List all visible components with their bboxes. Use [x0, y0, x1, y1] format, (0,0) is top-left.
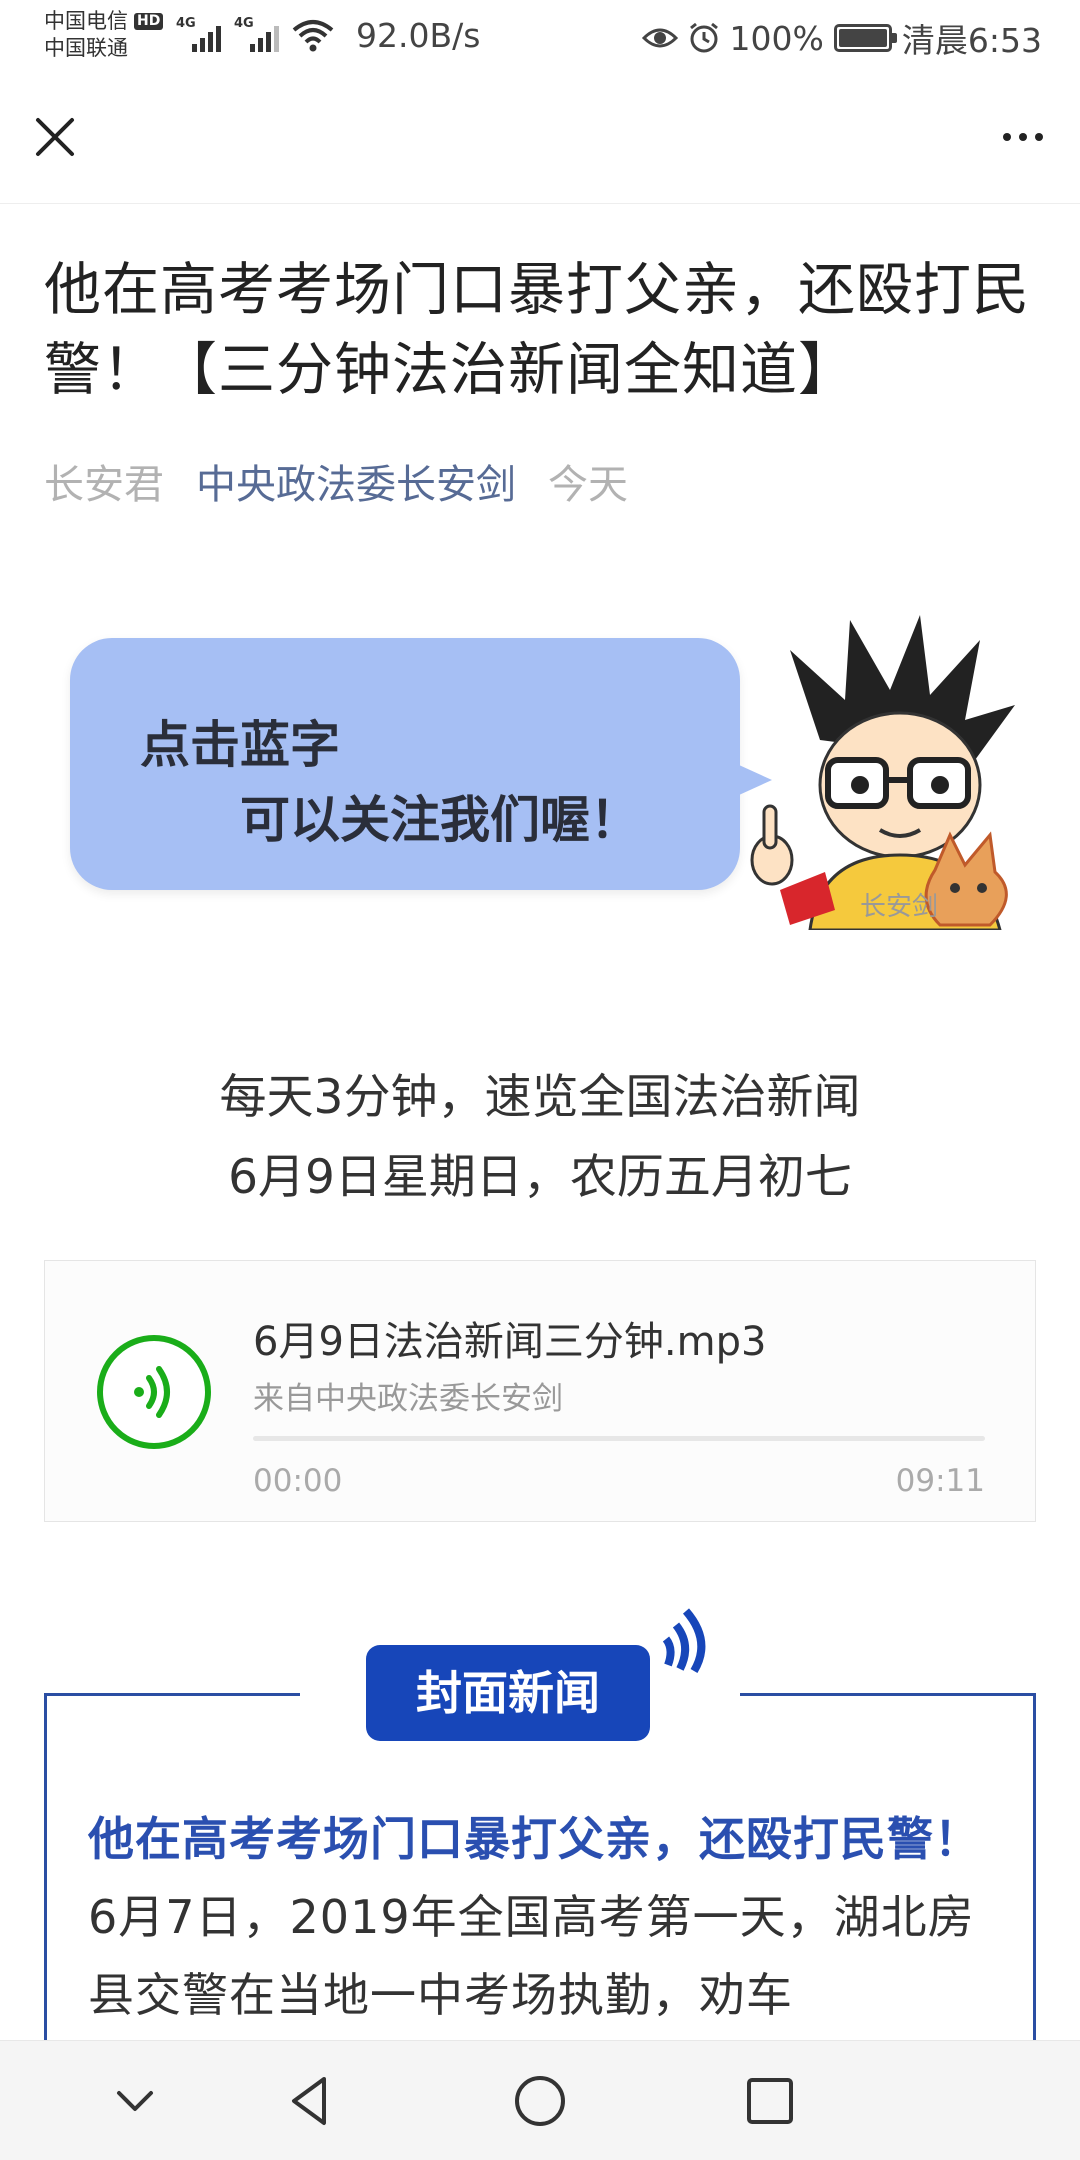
article-date: 今天 — [548, 462, 628, 508]
battery-icon — [833, 24, 897, 52]
article-meta: 长安君 中央政法委长安剑 今天 — [44, 452, 1036, 510]
follow-banner[interactable]: 点击蓝字 可以关注我们喔！ 长安剑 — [60, 610, 1040, 930]
article-title: 他在高考考场门口暴打父亲，还殴打民警！【三分钟法治新闻全知道】 — [44, 257, 1030, 403]
signal-icon: 4G — [234, 16, 284, 52]
clock: 清晨6:53 — [901, 21, 1042, 60]
audio-progress-bar[interactable] — [253, 1436, 985, 1441]
battery-percent: 100% — [729, 18, 824, 58]
hd-badge: HD — [134, 13, 164, 30]
mascot-illustration: 长安剑 — [750, 615, 1015, 930]
intro-text: 每天3分钟，速览全国法治新闻 6月9日星期日，农历五月初七 — [0, 1058, 1080, 1218]
audio-player[interactable]: 6月9日法治新闻三分钟.mp3 来自中央政法委长安剑 00:00 09:11 — [44, 1260, 1036, 1522]
system-nav-bar — [0, 2040, 1080, 2160]
audio-source: 来自中央政法委长安剑 — [253, 1381, 563, 1417]
news-headline: 他在高考考场门口暴打父亲，还殴打民警！ — [88, 1812, 981, 1866]
watermark: 长安剑 — [860, 892, 938, 922]
carrier-2: 中国联通 — [44, 36, 128, 60]
carrier-info: 中国电信 HD 中国联通 — [44, 8, 164, 62]
news-body: 他在高考考场门口暴打父亲，还殴打民警！ 6月7日，2019年全国高考第一天，湖北… — [88, 1800, 1008, 2034]
alarm-icon — [689, 22, 718, 53]
article-author: 长安君 — [44, 462, 164, 508]
more-icon[interactable] — [988, 112, 1058, 162]
intro-line-2: 6月9日星期日，农历五月初七 — [228, 1150, 852, 1205]
bubble-text-1: 点击蓝字 — [140, 716, 340, 774]
audio-time-end: 09:11 — [895, 1463, 985, 1499]
news-body-text: 6月7日，2019年全国高考第一天，湖北房县交警在当地一中考场执勤，劝车 — [88, 1890, 975, 2022]
signal-icons: 4G 4G — [176, 16, 334, 52]
broadcast-icon — [662, 1608, 706, 1674]
article-header: 他在高考考场门口暴打父亲，还殴打民警！【三分钟法治新闻全知道】 长安君 中央政法… — [44, 250, 1036, 510]
back-triangle-icon[interactable] — [280, 2071, 340, 2131]
news-tag: 封面新闻 — [366, 1645, 650, 1741]
bubble-text-2: 可以关注我们喔！ — [240, 791, 640, 849]
audio-title: 6月9日法治新闻三分钟.mp3 — [253, 1319, 767, 1365]
recent-square-icon[interactable] — [740, 2071, 800, 2131]
account-link[interactable]: 中央政法委长安剑 — [196, 452, 516, 510]
home-circle-icon[interactable] — [510, 2071, 570, 2131]
signal-icon: 4G — [176, 16, 226, 52]
top-nav — [0, 72, 1080, 204]
wifi-icon — [292, 20, 334, 52]
eye-icon — [641, 28, 678, 48]
status-right: 100% 清晨6:53 — [641, 14, 1042, 62]
audio-time-start: 00:00 — [253, 1463, 343, 1499]
intro-line-1: 每天3分钟，速览全国法治新闻 — [219, 1070, 861, 1125]
back-chevron-icon[interactable] — [105, 2071, 165, 2131]
audio-play-icon[interactable] — [95, 1333, 213, 1451]
net-speed: 92.0B/s — [356, 16, 481, 55]
status-bar: 中国电信 HD 中国联通 4G 4G 92.0B/s 100% 清晨6:53 — [0, 0, 1080, 72]
carrier-1: 中国电信 — [44, 9, 128, 33]
close-icon[interactable] — [30, 112, 80, 162]
